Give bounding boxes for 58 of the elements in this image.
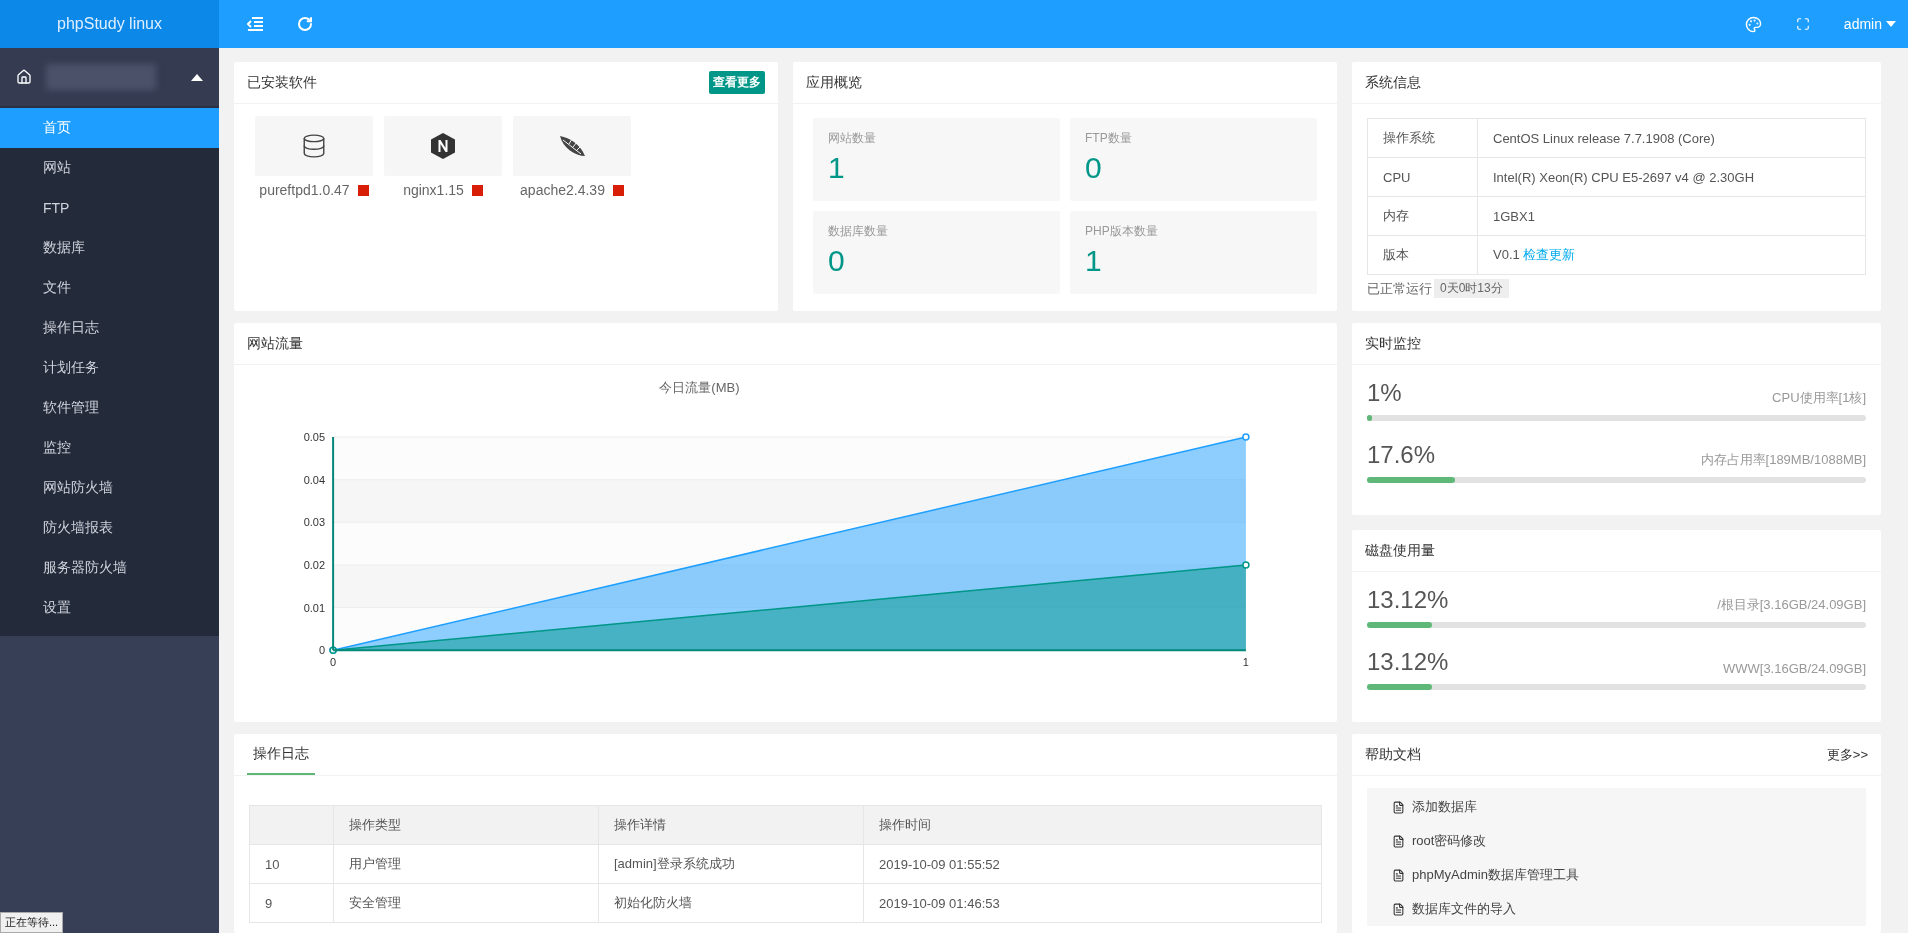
y-tick-label: 0.05 — [303, 431, 326, 444]
column-header: 操作详情 — [598, 805, 864, 845]
stat-value: 0 — [828, 244, 846, 278]
x-tick-label: 1 — [1242, 656, 1249, 669]
table-cell: 初始化防火墙 — [598, 883, 864, 923]
stat-label: 网站数量 — [828, 130, 877, 147]
card-title: 应用概览 — [806, 73, 862, 92]
stat-value: 1 — [1085, 244, 1103, 278]
table-cell: 2019-10-09 01:55:52 — [863, 844, 1322, 884]
x-tick-label: 0 — [330, 656, 337, 669]
y-tick-label: 0 — [318, 644, 326, 657]
card-title: 实时监控 — [1365, 334, 1421, 353]
table-cell: 1GBX1 — [1477, 196, 1866, 236]
meter-value: 17.6% — [1367, 441, 1436, 469]
table-cell: 10 — [249, 844, 334, 884]
card-title: 系统信息 — [1365, 73, 1421, 92]
table-cell: Intel(R) Xeon(R) CPU E5-2697 v4 @ 2.30GH — [1477, 157, 1866, 197]
y-tick-label: 0.02 — [303, 559, 326, 571]
uptime-label: 已正常运行 — [1367, 279, 1432, 298]
card-title: 帮助文档 — [1365, 745, 1421, 764]
card-title: 磁盘使用量 — [1365, 541, 1435, 560]
meter-value: 13.12% — [1367, 648, 1449, 676]
software-name: nginx1.15 — [403, 182, 464, 198]
browser-status: 正在等待... — [0, 912, 64, 933]
y-tick-label: 0.01 — [303, 601, 326, 614]
card-title: 网站流量 — [247, 334, 303, 353]
table-cell: 9 — [249, 883, 334, 923]
meter-value: 13.12% — [1367, 586, 1449, 614]
stat-value: 1 — [828, 151, 846, 185]
meter-label: WWW[3.16GB/24.09GB] — [1722, 661, 1866, 676]
app-logo: phpStudy linux — [0, 0, 219, 48]
table-cell: CentOS Linux release 7.7.1908 (Core) — [1477, 118, 1866, 158]
table-cell: 用户管理 — [333, 844, 599, 884]
y-tick-label: 0.04 — [303, 473, 326, 486]
y-tick-label: 0.03 — [303, 516, 326, 529]
card-title: 已安装软件 — [247, 73, 317, 92]
software-name: apache2.4.39 — [520, 182, 605, 198]
meter-label: CPU使用率[1核] — [1772, 389, 1866, 407]
chart-title: 今日流量(MB) — [659, 380, 740, 395]
table-cell: V0.1 检查更新 — [1477, 235, 1866, 275]
table-cell: 操作系统 — [1367, 118, 1478, 158]
meter-label: 内存占用率[189MB/1088MB] — [1700, 451, 1866, 469]
stat-label: PHP版本数量 — [1085, 223, 1159, 240]
uptime-value: 0天0时13分 — [1434, 279, 1509, 298]
meter-value: 1% — [1367, 379, 1402, 407]
column-header: 操作类型 — [333, 805, 599, 845]
stat-value: 0 — [1085, 151, 1103, 185]
table-cell: [admin]登录系统成功 — [598, 844, 864, 884]
table-cell: 2019-10-09 01:46:53 — [863, 883, 1322, 923]
stat-label: 数据库数量 — [828, 223, 889, 240]
meter-label: /根目录[3.16GB/24.09GB] — [1717, 596, 1866, 614]
software-name: pureftpd1.0.47 — [259, 182, 350, 198]
table-cell: 安全管理 — [333, 883, 599, 923]
table-cell: CPU — [1367, 157, 1478, 197]
table-cell: 版本 — [1367, 235, 1478, 275]
column-header: 操作时间 — [863, 805, 1322, 845]
table-cell: 内存 — [1367, 196, 1478, 236]
stat-label: FTP数量 — [1085, 130, 1133, 147]
